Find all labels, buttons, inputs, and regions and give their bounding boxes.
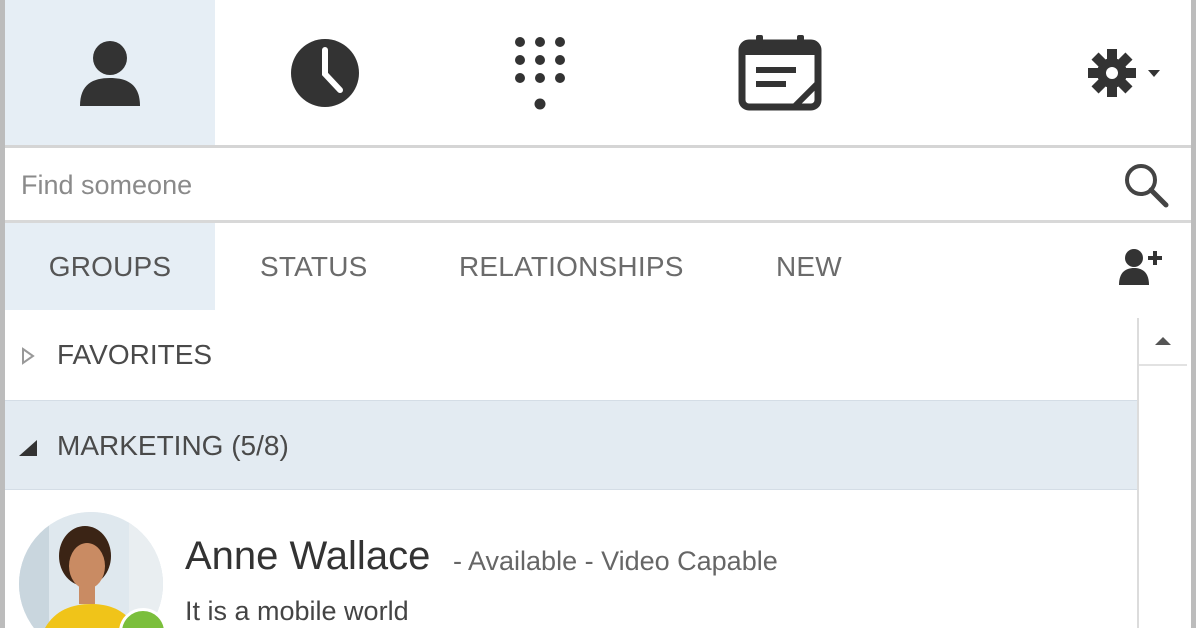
- search-button[interactable]: [1123, 162, 1169, 208]
- group-header-marketing[interactable]: MARKETING (5/8): [5, 400, 1137, 490]
- tab-conversations[interactable]: [255, 0, 395, 145]
- group-header-favorites[interactable]: FAVORITES: [5, 310, 1137, 400]
- calendar-icon: [738, 34, 822, 110]
- contact-view-tabs: GROUPS STATUS RELATIONSHIPS NEW: [5, 223, 1191, 310]
- tab-groups[interactable]: GROUPS: [5, 223, 215, 310]
- lync-contacts-window: GROUPS STATUS RELATIONSHIPS NEW FAVORITE…: [0, 0, 1196, 628]
- scroll-thumb[interactable]: [1139, 366, 1187, 628]
- gear-icon: [1088, 48, 1160, 97]
- collapse-triangle-icon: [19, 440, 37, 456]
- contact-item[interactable]: Anne Wallace - Available - Video Capable…: [5, 490, 1137, 628]
- group-label: FAVORITES: [57, 339, 213, 370]
- tab-phone[interactable]: [475, 0, 605, 145]
- tab-new[interactable]: NEW: [776, 223, 842, 310]
- contact-status: - Available - Video Capable: [453, 546, 778, 576]
- search-icon: [1125, 164, 1169, 208]
- tab-relationships[interactable]: RELATIONSHIPS: [459, 223, 684, 310]
- scrollbar[interactable]: [1137, 318, 1187, 628]
- contact-list: FAVORITES MARKETING (5/8) Anne Wallace -…: [5, 310, 1137, 628]
- scroll-up-button[interactable]: [1139, 318, 1187, 366]
- clock-icon: [291, 38, 359, 107]
- contact-note: It is a mobile world: [185, 596, 409, 626]
- search-bar: [5, 148, 1191, 220]
- contact-name: Anne Wallace: [185, 534, 431, 578]
- tab-meetings[interactable]: [705, 0, 855, 145]
- tab-contacts[interactable]: [5, 0, 215, 145]
- chevron-up-icon: [1155, 337, 1171, 345]
- group-label: MARKETING (5/8): [57, 430, 289, 461]
- person-icon: [80, 40, 140, 106]
- window-border-right: [1191, 0, 1196, 628]
- tab-status[interactable]: STATUS: [260, 223, 368, 310]
- chevron-down-icon: [1148, 69, 1160, 77]
- add-contact-button[interactable]: [1119, 247, 1163, 287]
- options-menu-button[interactable]: [1071, 0, 1181, 145]
- search-input[interactable]: [19, 160, 1103, 210]
- expand-triangle-icon: [22, 347, 35, 365]
- dialpad-icon: [515, 36, 565, 109]
- add-contact-icon: [1119, 249, 1162, 285]
- top-navigation: [5, 0, 1191, 145]
